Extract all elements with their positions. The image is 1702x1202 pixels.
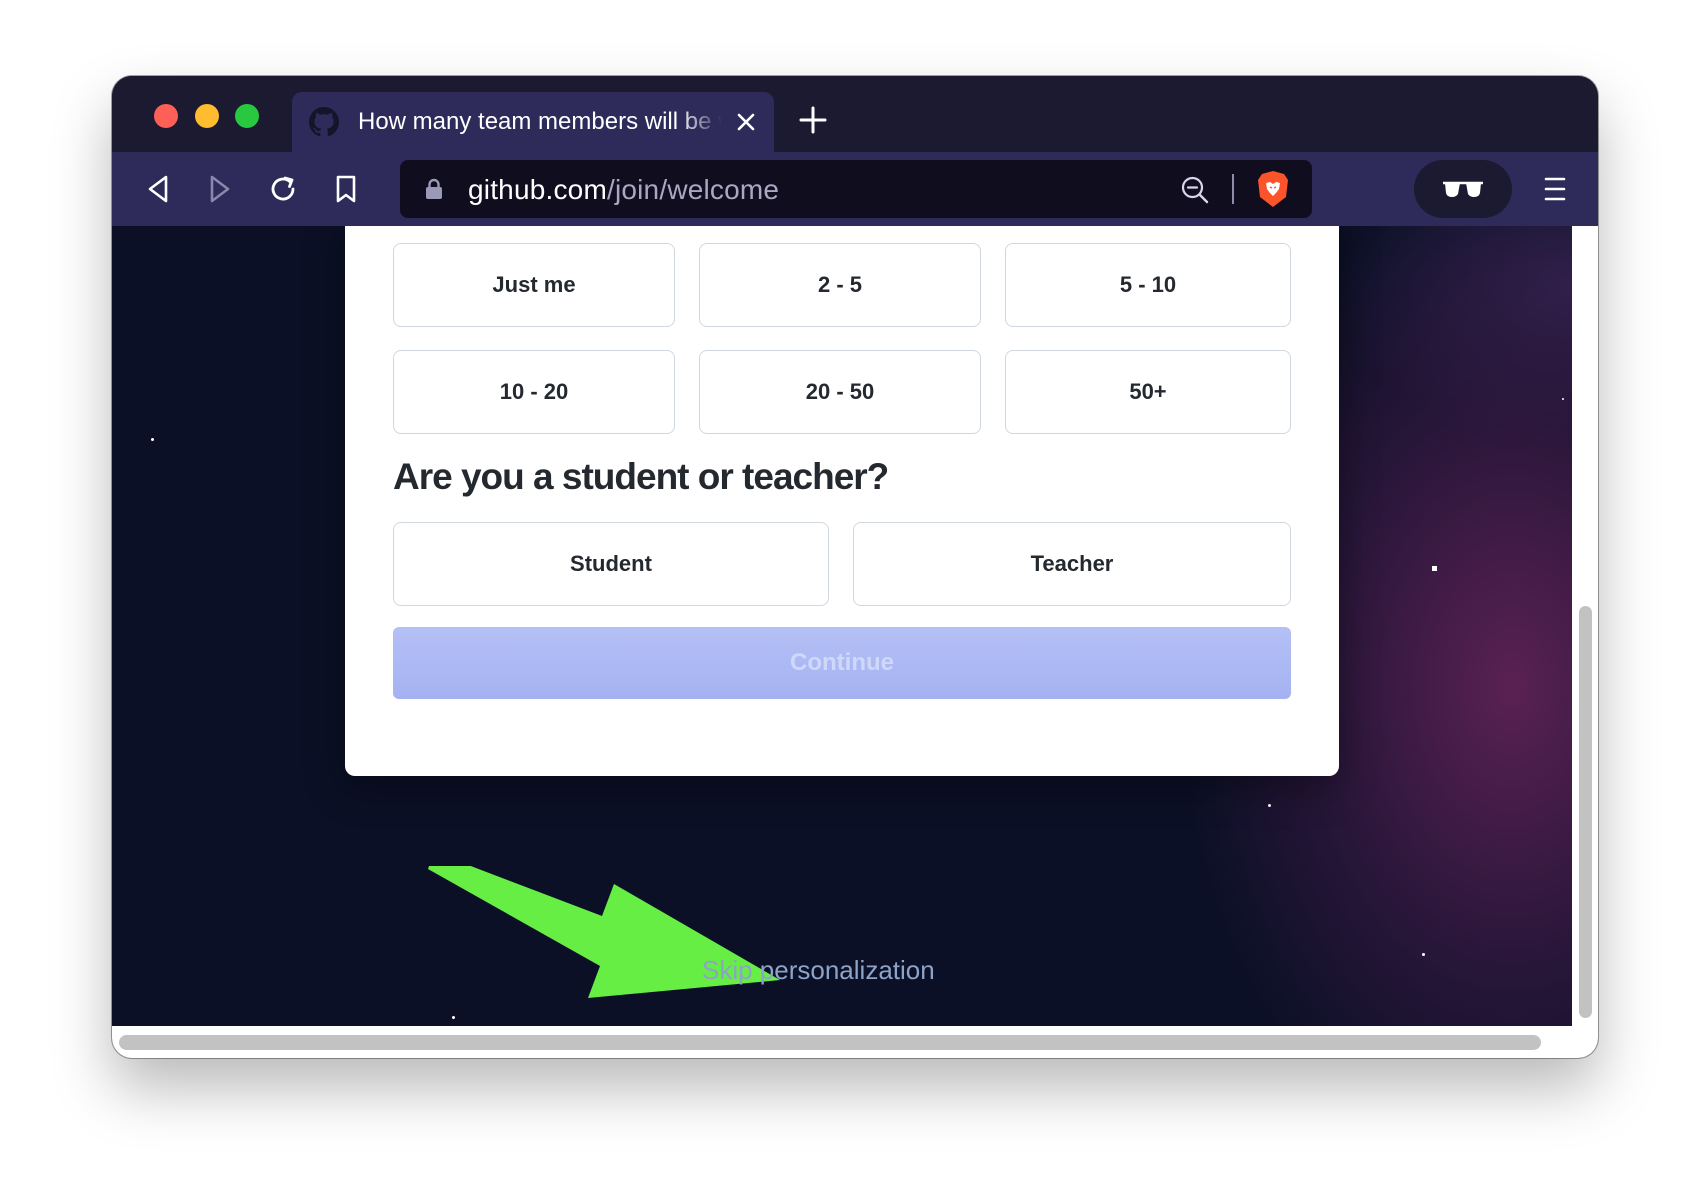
team-size-option[interactable]: Just me xyxy=(393,243,675,327)
minimize-window-button[interactable] xyxy=(195,104,219,128)
bookmark-icon[interactable] xyxy=(328,171,364,207)
forward-icon[interactable] xyxy=(202,171,238,207)
star xyxy=(1432,566,1437,571)
browser-window: How many team members will be working wi… xyxy=(112,76,1598,1058)
url-path: /join/welcome xyxy=(606,174,780,205)
close-window-button[interactable] xyxy=(154,104,178,128)
teacher-option[interactable]: Teacher xyxy=(853,522,1291,606)
maximize-window-button[interactable] xyxy=(235,104,259,128)
team-size-option[interactable]: 5 - 10 xyxy=(1005,243,1291,327)
plus-icon[interactable] xyxy=(798,105,828,135)
star xyxy=(452,1016,455,1019)
url-host: github.com xyxy=(468,174,607,205)
star xyxy=(1562,398,1564,400)
page-viewport: Just me 2 - 5 5 - 10 10 - 20 20 - 50 50+… xyxy=(112,226,1572,1026)
sunglasses-icon[interactable] xyxy=(1414,160,1512,218)
back-icon[interactable] xyxy=(140,171,176,207)
github-icon xyxy=(308,106,340,138)
url-text: github.com/join/welcome xyxy=(468,174,779,206)
reload-icon[interactable] xyxy=(265,171,301,207)
star xyxy=(1268,804,1271,807)
continue-button[interactable]: Continue xyxy=(393,627,1291,699)
hamburger-menu-icon[interactable] xyxy=(1540,174,1570,204)
close-icon[interactable] xyxy=(732,108,760,136)
url-divider xyxy=(1232,174,1234,204)
star xyxy=(1422,953,1425,956)
team-size-option[interactable]: 2 - 5 xyxy=(699,243,981,327)
horizontal-scrollbar-thumb[interactable] xyxy=(119,1035,1541,1050)
team-size-option[interactable]: 50+ xyxy=(1005,350,1291,434)
team-size-option[interactable]: 10 - 20 xyxy=(393,350,675,434)
brave-shield-icon[interactable] xyxy=(1256,170,1290,213)
vertical-scrollbar-thumb[interactable] xyxy=(1579,606,1592,1018)
role-question: Are you a student or teacher? xyxy=(393,456,889,497)
active-tab[interactable]: How many team members will be working wi… xyxy=(292,92,774,152)
personalization-card: Just me 2 - 5 5 - 10 10 - 20 20 - 50 50+… xyxy=(345,226,1339,776)
tab-title: How many team members will be working wi… xyxy=(358,108,722,135)
address-bar[interactable]: github.com/join/welcome xyxy=(400,160,1312,218)
zoom-out-icon[interactable] xyxy=(1180,175,1210,210)
tab-strip: How many team members will be working wi… xyxy=(112,76,1598,152)
team-size-option[interactable]: 20 - 50 xyxy=(699,350,981,434)
star xyxy=(151,438,154,441)
lock-icon xyxy=(424,178,444,205)
student-option[interactable]: Student xyxy=(393,522,829,606)
skip-personalization-link[interactable]: Skip personalization xyxy=(702,955,935,986)
